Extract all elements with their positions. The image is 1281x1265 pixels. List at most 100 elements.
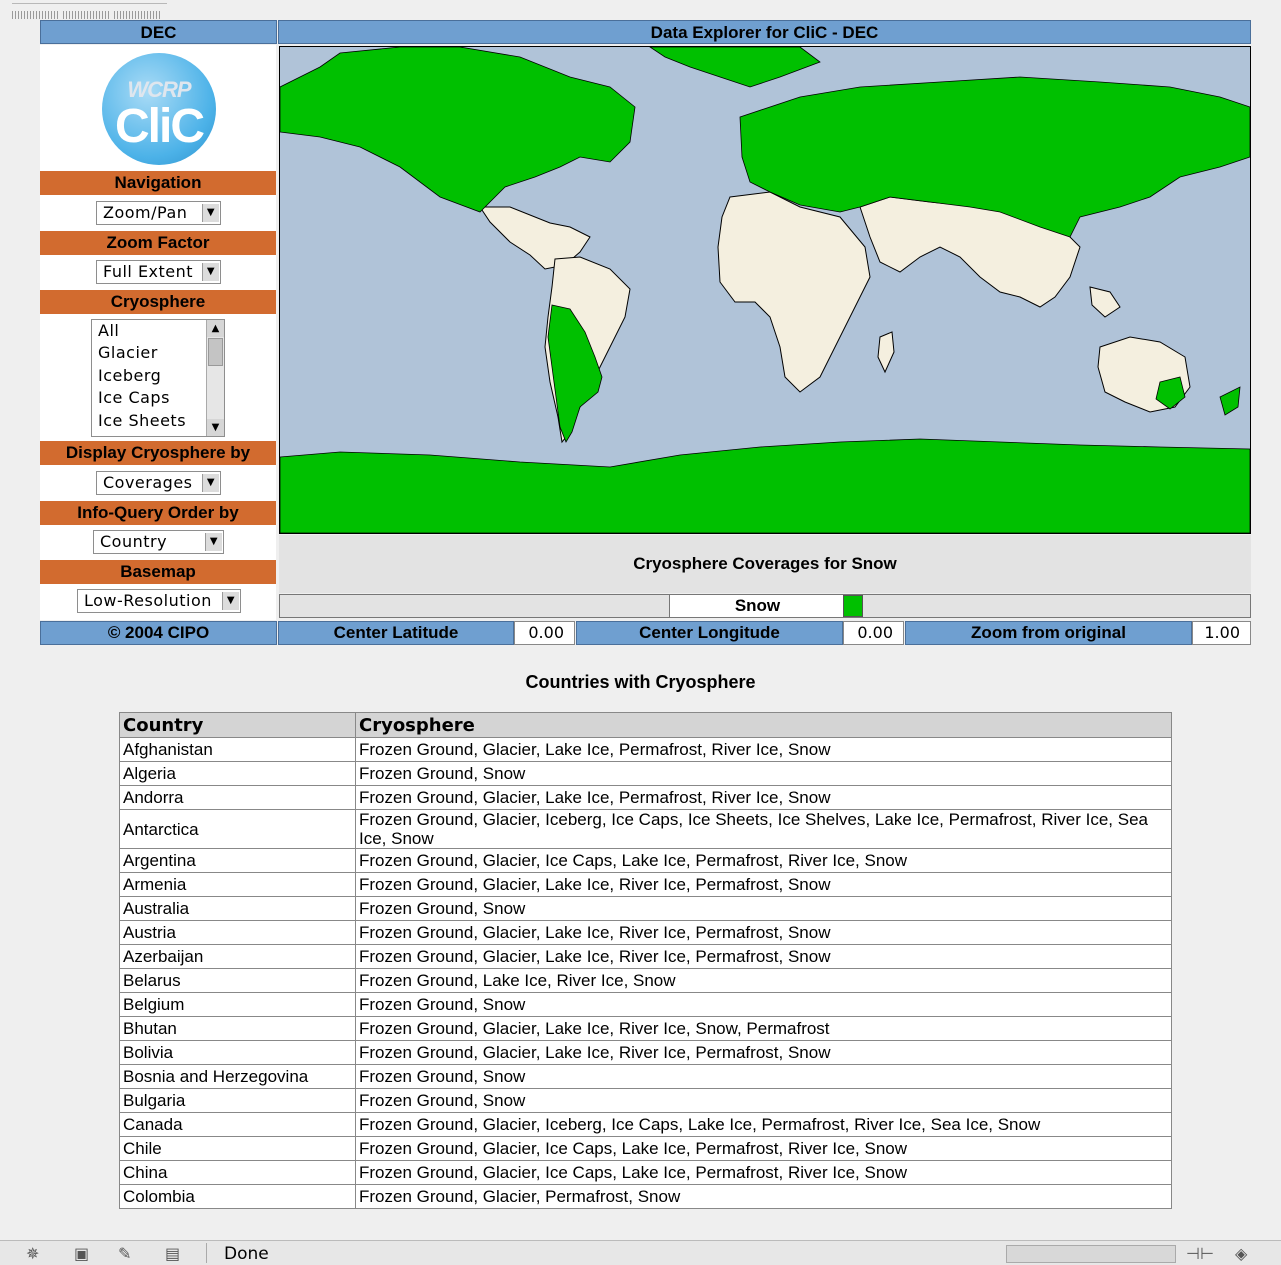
table-row: Australia Frozen Ground, Snow: [119, 896, 1172, 921]
countries-table: Country Cryosphere Afghanistan Frozen Gro…: [119, 712, 1172, 1209]
legend-swatch: [843, 595, 863, 617]
country-cell: Bulgaria: [119, 1088, 356, 1113]
cryosphere-option[interactable]: Iceberg: [92, 365, 224, 387]
country-cell: Armenia: [119, 872, 356, 897]
navigation-select[interactable]: Zoom/Pan ▼: [96, 201, 221, 225]
cryosphere-option[interactable]: All: [92, 320, 224, 342]
cryosphere-option[interactable]: Glacier: [92, 342, 224, 364]
world-map-graphic[interactable]: [280, 47, 1250, 533]
clic-logo: WCRP CliC: [102, 53, 216, 165]
basemap-select[interactable]: Low-Resolution ▼: [77, 589, 241, 613]
status-divider: [206, 1243, 207, 1263]
chevron-down-icon[interactable]: ▼: [202, 263, 219, 281]
table-row: Belarus Frozen Ground, Lake Ice, River Ic…: [119, 968, 1172, 993]
cryosphere-cell: Frozen Ground, Glacier, Lake Ice, River …: [355, 920, 1172, 945]
cryosphere-heading: Cryosphere: [40, 290, 276, 314]
sidebar: WCRP CliC Navigation Zoom/Pan ▼ Zoom Fac…: [40, 45, 276, 620]
basemap-select-value: Low-Resolution: [84, 591, 212, 610]
country-cell: Antarctica: [119, 809, 356, 849]
logo-text-main: CliC: [115, 100, 205, 153]
center-latitude-label: Center Latitude: [278, 621, 514, 645]
country-cell: Bosnia and Herzegovina: [119, 1064, 356, 1089]
legend-label: Snow: [669, 595, 845, 617]
app-short-title: DEC: [40, 20, 277, 44]
country-cell: Colombia: [119, 1184, 356, 1209]
cryosphere-cell: Frozen Ground, Glacier, Lake Ice, River …: [355, 872, 1172, 897]
cryosphere-cell: Frozen Ground, Glacier, Lake Ice, River …: [355, 1016, 1172, 1041]
security-icon[interactable]: ◈: [1235, 1244, 1247, 1263]
chevron-down-icon[interactable]: ▼: [222, 592, 239, 610]
basemap-heading: Basemap: [40, 560, 276, 584]
composer-icon[interactable]: ✎: [118, 1244, 131, 1263]
status-bar: ✵ ▣ ✎ ▤ Done ⊣⊢ ◈: [0, 1240, 1281, 1265]
navigator-icon[interactable]: ✵: [26, 1244, 39, 1263]
scroll-thumb[interactable]: [208, 338, 223, 366]
copyright: © 2004 CIPO: [40, 621, 277, 645]
cryosphere-cell: Frozen Ground, Glacier, Ice Caps, Lake I…: [355, 848, 1172, 873]
scroll-down-icon[interactable]: ▼: [207, 419, 224, 436]
world-map[interactable]: [279, 46, 1251, 534]
table-row: Bulgaria Frozen Ground, Snow: [119, 1088, 1172, 1113]
chevron-down-icon[interactable]: ▼: [205, 533, 222, 551]
toolbar-grip[interactable]: [12, 3, 167, 19]
mail-icon[interactable]: ▣: [74, 1244, 89, 1263]
table-row: Canada Frozen Ground, Glacier, Iceberg, I…: [119, 1112, 1172, 1137]
display-by-select-value: Coverages: [103, 473, 193, 492]
order-by-select[interactable]: Country ▼: [93, 530, 224, 554]
cryosphere-cell: Frozen Ground, Snow: [355, 992, 1172, 1017]
cryosphere-cell: Frozen Ground, Glacier, Ice Caps, Lake I…: [355, 1160, 1172, 1185]
display-by-heading: Display Cryosphere by: [40, 441, 276, 465]
table-title: Countries with Cryosphere: [525, 672, 756, 692]
country-cell: Australia: [119, 896, 356, 921]
country-cell: Austria: [119, 920, 356, 945]
cryosphere-cell: Frozen Ground, Lake Ice, River Ice, Snow: [355, 968, 1172, 993]
column-header-country: Country: [119, 712, 356, 738]
center-longitude-value: 0.00: [843, 621, 904, 645]
country-cell: Azerbaijan: [119, 944, 356, 969]
cryosphere-option[interactable]: Ice Caps: [92, 387, 224, 409]
country-cell: Canada: [119, 1112, 356, 1137]
zoom-factor-select[interactable]: Full Extent ▼: [96, 260, 221, 284]
country-cell: Belarus: [119, 968, 356, 993]
display-by-select[interactable]: Coverages ▼: [96, 471, 221, 495]
cryosphere-option[interactable]: Ice Sheets: [92, 410, 224, 432]
cryosphere-cell: Frozen Ground, Glacier, Permafrost, Snow: [355, 1184, 1172, 1209]
map-caption: Cryosphere Coverages for Snow: [279, 535, 1251, 593]
navigation-heading: Navigation: [40, 171, 276, 195]
cryosphere-cell: Frozen Ground, Glacier, Lake Ice, River …: [355, 944, 1172, 969]
table-row: Algeria Frozen Ground, Snow: [119, 761, 1172, 786]
country-cell: Andorra: [119, 785, 356, 810]
country-cell: Argentina: [119, 848, 356, 873]
country-cell: Afghanistan: [119, 737, 356, 762]
table-row: Chile Frozen Ground, Glacier, Ice Caps, L…: [119, 1136, 1172, 1161]
cryosphere-listbox[interactable]: All Glacier Iceberg Ice Caps Ice Sheets …: [91, 319, 225, 437]
chevron-down-icon[interactable]: ▼: [202, 204, 219, 222]
cryosphere-cell: Frozen Ground, Glacier, Ice Caps, Lake I…: [355, 1136, 1172, 1161]
table-row: Azerbaijan Frozen Ground, Glacier, Lake I…: [119, 944, 1172, 969]
table-row: Argentina Frozen Ground, Glacier, Ice Cap…: [119, 848, 1172, 873]
country-cell: Bolivia: [119, 1040, 356, 1065]
listbox-scrollbar[interactable]: ▲ ▼: [206, 320, 224, 436]
country-cell: China: [119, 1160, 356, 1185]
table-row: China Frozen Ground, Glacier, Ice Caps, L…: [119, 1160, 1172, 1185]
zoom-factor-select-value: Full Extent: [103, 262, 194, 281]
cryosphere-cell: Frozen Ground, Snow: [355, 1088, 1172, 1113]
cryosphere-cell: Frozen Ground, Snow: [355, 1064, 1172, 1089]
table-row: Bhutan Frozen Ground, Glacier, Lake Ice, …: [119, 1016, 1172, 1041]
country-cell: Algeria: [119, 761, 356, 786]
cryosphere-cell: Frozen Ground, Glacier, Lake Ice, Permaf…: [355, 785, 1172, 810]
scroll-up-icon[interactable]: ▲: [207, 320, 224, 337]
zoom-value: 1.00: [1192, 621, 1251, 645]
connection-icon[interactable]: ⊣⊢: [1186, 1244, 1214, 1263]
chevron-down-icon[interactable]: ▼: [202, 474, 219, 492]
cryosphere-cell: Frozen Ground, Glacier, Lake Ice, River …: [355, 1040, 1172, 1065]
order-by-heading: Info-Query Order by: [40, 501, 276, 525]
status-text: Done: [224, 1244, 269, 1264]
progress-bar: [1006, 1245, 1176, 1263]
table-row: Bolivia Frozen Ground, Glacier, Lake Ice,…: [119, 1040, 1172, 1065]
address-book-icon[interactable]: ▤: [165, 1244, 180, 1263]
cryosphere-cell: Frozen Ground, Glacier, Iceberg, Ice Cap…: [355, 809, 1172, 849]
table-row: Antarctica Frozen Ground, Glacier, Iceber…: [119, 809, 1172, 849]
countries-table-body: Afghanistan Frozen Ground, Glacier, Lake …: [119, 737, 1172, 1209]
country-cell: Bhutan: [119, 1016, 356, 1041]
